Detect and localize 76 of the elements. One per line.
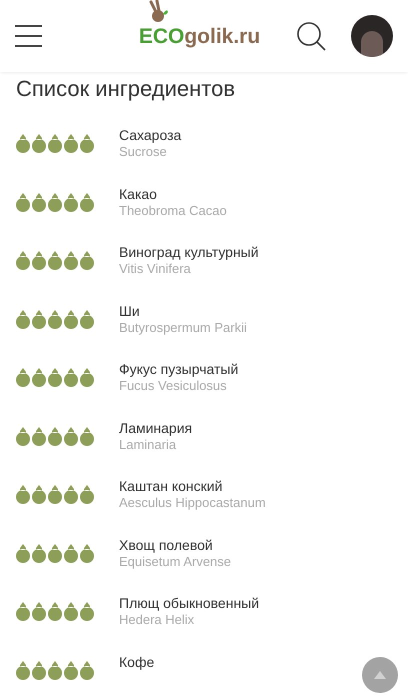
apple-icon	[32, 544, 46, 562]
latin-name: Sucrose	[119, 144, 168, 160]
apple-icon	[80, 368, 94, 387]
apple-icon	[80, 192, 94, 212]
latin-name: Laminaria	[119, 436, 178, 452]
triangle-up-icon	[374, 671, 386, 679]
apple-icon	[80, 426, 94, 446]
avatar[interactable]	[350, 15, 393, 57]
apple-icon	[64, 251, 78, 270]
apple-icon	[80, 485, 94, 504]
ingredient-name[interactable]: Какао	[119, 186, 227, 202]
apple-icon	[80, 251, 94, 270]
latin-name: Hedera Helix	[119, 612, 196, 628]
apple-icon	[80, 602, 94, 621]
apple-icon	[64, 426, 78, 446]
apple-icon	[80, 544, 94, 562]
apple-icon	[64, 368, 78, 387]
apple-icon	[48, 544, 62, 562]
latin-name: Theobroma Cacao	[119, 202, 227, 218]
latin-name: Equisetum Arvense	[119, 554, 232, 570]
apple-icon	[16, 368, 30, 387]
apple-icon	[16, 660, 30, 680]
apple-icon	[16, 192, 30, 212]
apple-icon	[32, 660, 46, 680]
apple-icon	[80, 310, 94, 328]
rabbit-icon	[146, 0, 169, 24]
apple-icon	[16, 251, 30, 270]
apple-icon	[64, 192, 78, 212]
page-title: Список ингредиентов	[15, 75, 236, 103]
apple-icon	[32, 251, 46, 270]
apple-icon	[16, 310, 30, 328]
apple-icon	[16, 426, 30, 446]
ingredient-name[interactable]: Ламинария	[119, 420, 192, 436]
apple-icon	[80, 660, 94, 680]
latin-name: Fucus Vesiculosus	[119, 378, 228, 394]
site-logo[interactable]: ECOgolik.ru	[138, 26, 260, 46]
ingredient-name[interactable]: Виноград культурный	[119, 244, 259, 261]
apple-icon	[48, 602, 62, 621]
apple-icon	[48, 660, 62, 680]
ingredient-name[interactable]: Хвощ полевой	[119, 536, 232, 554]
ingredient-name[interactable]: Сахароза	[119, 127, 182, 144]
apple-icon	[48, 192, 62, 212]
ingredient-name[interactable]: Фукус пузырчатый	[119, 361, 238, 378]
apple-icon	[64, 485, 78, 504]
apple-icon	[64, 134, 78, 153]
search-icon[interactable]	[294, 20, 327, 52]
apple-icon	[64, 310, 78, 328]
apple-icon	[32, 310, 46, 328]
apple-icon	[48, 134, 62, 153]
apple-icon	[64, 660, 78, 680]
apple-icon	[16, 544, 30, 562]
apple-icon	[32, 192, 46, 212]
apple-icon	[16, 602, 30, 621]
apple-icon	[64, 544, 78, 562]
ingredient-name[interactable]: Кофе	[119, 654, 154, 670]
apple-icon	[32, 426, 46, 446]
latin-name: Vitis Vinifera	[119, 261, 192, 277]
apple-icon	[48, 426, 62, 446]
apple-icon	[48, 485, 62, 504]
apple-icon	[80, 134, 94, 153]
apple-icon	[64, 602, 78, 621]
apple-icon	[48, 251, 62, 270]
apple-icon	[32, 602, 46, 621]
apple-icon	[48, 310, 62, 328]
ingredient-name[interactable]: Плющ обыкновенный	[119, 595, 260, 612]
apple-icon	[16, 485, 30, 504]
menu-icon[interactable]	[15, 25, 42, 47]
ingredient-name[interactable]: Ши	[119, 302, 247, 320]
apple-icon	[16, 134, 30, 153]
apple-icon	[48, 368, 62, 387]
apple-icon	[32, 134, 46, 153]
apple-icon	[32, 485, 46, 504]
ingredient-name[interactable]: Каштан конский	[119, 478, 266, 495]
latin-name: Butyrospermum Parkii	[119, 320, 247, 336]
latin-name: Aesculus Hippocastanum	[119, 495, 266, 511]
apple-icon	[32, 368, 46, 387]
